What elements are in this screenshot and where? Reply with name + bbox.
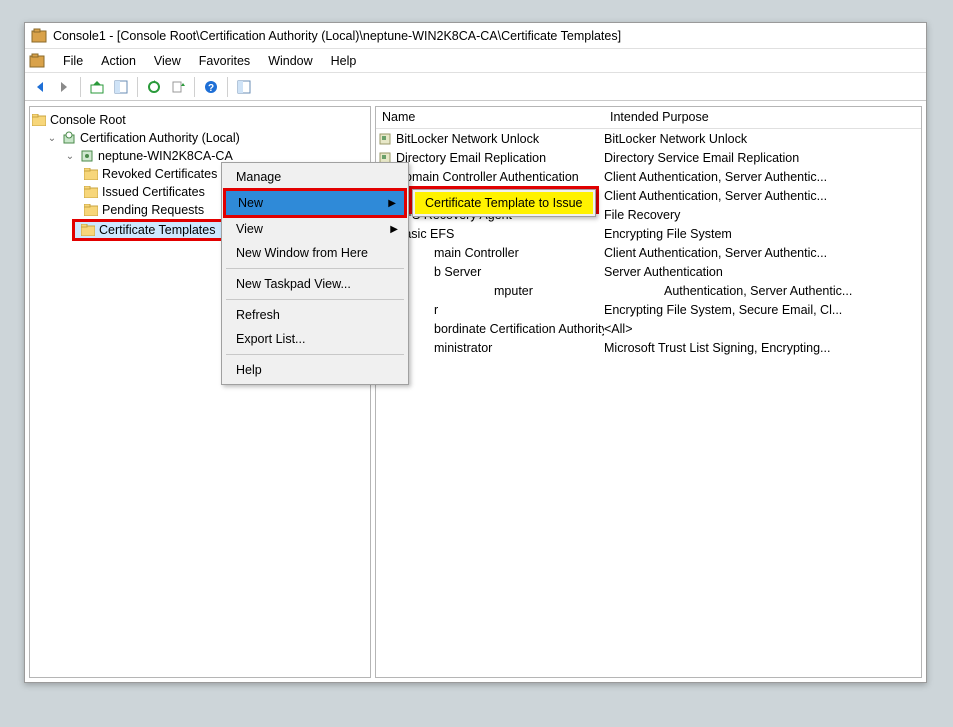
server-icon	[80, 149, 94, 163]
titlebar: Console1 - [Console Root\Certification A…	[25, 23, 926, 49]
tree-revoked-label: Revoked Certificates	[102, 167, 217, 181]
menu-separator	[226, 268, 404, 269]
list-header: Name Intended Purpose	[376, 107, 921, 129]
toolbar: ?	[25, 73, 926, 101]
cert-template-icon	[376, 132, 394, 146]
submenu-cert-template-issue[interactable]: Certificate Template to Issue	[415, 192, 593, 214]
col-purpose[interactable]: Intended Purpose	[604, 107, 921, 128]
ctx-export[interactable]: Export List...	[224, 327, 406, 351]
menu-window[interactable]: Window	[260, 52, 320, 70]
submenu-arrow-icon: ▶	[388, 198, 396, 209]
list-item[interactable]: rEncrypting File System, Secure Email, C…	[376, 300, 921, 319]
menu-file[interactable]: File	[55, 52, 91, 70]
folder-open-icon	[81, 224, 95, 236]
tree-root[interactable]: Console Root	[32, 111, 368, 129]
submenu-arrow-icon: ▶	[390, 224, 398, 235]
collapse-icon[interactable]: ⌄	[64, 151, 76, 162]
window-title: Console1 - [Console Root\Certification A…	[53, 29, 621, 43]
tree-cert-templates-label: Certificate Templates	[99, 223, 216, 237]
list-item[interactable]: BitLocker Network UnlockBitLocker Networ…	[376, 129, 921, 148]
menu-separator	[226, 299, 404, 300]
ctx-refresh[interactable]: Refresh	[224, 303, 406, 327]
context-menu: Manage New ▶ View▶ New Window from Here …	[221, 162, 409, 385]
show-hide-button[interactable]	[110, 76, 132, 98]
highlight-red-tree: Certificate Templates	[72, 219, 226, 241]
tree-ca-label: Certification Authority (Local)	[80, 131, 240, 145]
list-item[interactable]: Directory Email ReplicationDirectory Ser…	[376, 148, 921, 167]
up-button[interactable]	[86, 76, 108, 98]
highlight-red-submenu: Certificate Template to Issue	[409, 186, 599, 214]
menu-view[interactable]: View	[146, 52, 189, 70]
tree-server-label: neptune-WIN2K8CA-CA	[98, 149, 233, 163]
list-body: BitLocker Network UnlockBitLocker Networ…	[376, 129, 921, 357]
tree-root-label: Console Root	[50, 113, 126, 127]
tree-ca[interactable]: ⌄ Certification Authority (Local)	[32, 129, 368, 147]
highlight-red-new: New ▶	[223, 188, 407, 218]
submenu-new: Certificate Template to Issue	[412, 189, 596, 217]
mmc-window: Console1 - [Console Root\Certification A…	[24, 22, 927, 683]
col-name[interactable]: Name	[376, 107, 604, 128]
list-item[interactable]: b ServerServer Authentication	[376, 262, 921, 281]
back-button[interactable]	[29, 76, 51, 98]
list-item[interactable]: Domain Controller AuthenticationClient A…	[376, 167, 921, 186]
app-icon	[31, 28, 47, 44]
forward-button[interactable]	[53, 76, 75, 98]
help-button[interactable]: ?	[200, 76, 222, 98]
list-item[interactable]: bordinate Certification Authority<All>	[376, 319, 921, 338]
ctx-help[interactable]: Help	[224, 358, 406, 382]
list-item[interactable]: main ControllerClient Authentication, Se…	[376, 243, 921, 262]
ctx-view[interactable]: View▶	[224, 217, 406, 241]
ca-icon	[62, 131, 76, 145]
menu-separator	[226, 354, 404, 355]
list-item[interactable]: ministratorMicrosoft Trust List Signing,…	[376, 338, 921, 357]
folder-icon	[84, 186, 98, 198]
folder-icon	[32, 114, 46, 126]
ctx-manage[interactable]: Manage	[224, 165, 406, 189]
ctx-new[interactable]: New ▶	[226, 191, 404, 215]
console-icon	[29, 53, 45, 69]
tree-issued-label: Issued Certificates	[102, 185, 205, 199]
folder-icon	[84, 168, 98, 180]
list-item[interactable]: Basic EFSEncrypting File System	[376, 224, 921, 243]
ctx-taskpad[interactable]: New Taskpad View...	[224, 272, 406, 296]
menu-action[interactable]: Action	[93, 52, 144, 70]
svg-text:?: ?	[208, 83, 214, 94]
refresh-button[interactable]	[143, 76, 165, 98]
show-tree-button[interactable]	[233, 76, 255, 98]
menubar: File Action View Favorites Window Help	[25, 49, 926, 73]
folder-icon	[84, 204, 98, 216]
list-item[interactable]: mputerAuthentication, Server Authentic..…	[376, 281, 921, 300]
collapse-icon[interactable]: ⌄	[46, 133, 58, 144]
tree-pending-label: Pending Requests	[102, 203, 204, 217]
tree-cert-templates[interactable]: Certificate Templates	[75, 222, 223, 238]
menu-help[interactable]: Help	[323, 52, 365, 70]
menu-favorites[interactable]: Favorites	[191, 52, 258, 70]
ctx-new-window[interactable]: New Window from Here	[224, 241, 406, 265]
export-button[interactable]	[167, 76, 189, 98]
